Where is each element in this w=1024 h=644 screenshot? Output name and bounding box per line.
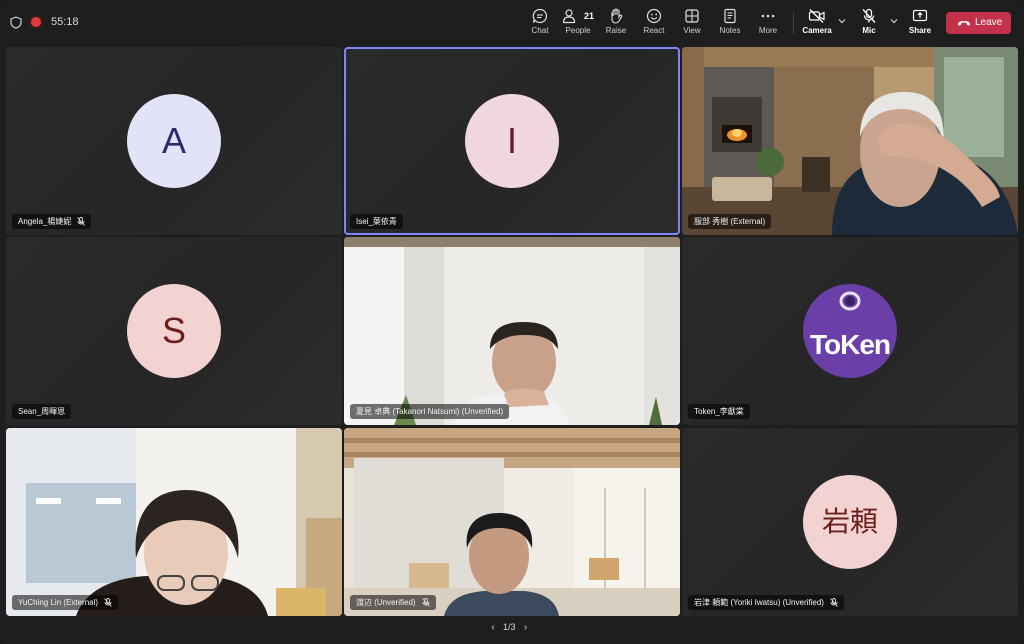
avatar: S — [127, 284, 221, 378]
participant-name: Token_李獻棠 — [694, 407, 744, 416]
mic-label: Mic — [862, 26, 876, 35]
mic-muted-icon — [77, 217, 86, 226]
avatar: I — [465, 94, 559, 188]
page-indicator: 1/3 — [503, 622, 516, 632]
leave-button[interactable]: Leave — [946, 12, 1011, 34]
participant-name-tag: 夏見 卓典 (Takanori Natsumi) (Unverified) — [350, 404, 510, 419]
smiley-icon — [646, 8, 662, 24]
mic-muted-icon — [104, 598, 112, 607]
toolbar-divider — [793, 12, 794, 34]
more-dots-icon — [761, 14, 775, 18]
participant-name-tag: 渡辺 (Unverified) — [350, 595, 436, 610]
participant-tile[interactable]: S Sean_周暉恩 — [6, 237, 342, 425]
chat-label: Chat — [531, 26, 549, 35]
camera-options-chevron-down-icon[interactable] — [837, 16, 847, 26]
notes-button[interactable]: Notes — [710, 8, 750, 40]
view-label: View — [683, 26, 701, 35]
video-feed — [6, 428, 342, 616]
react-label: React — [643, 26, 665, 35]
participant-name: Isei_葉依青 — [356, 217, 397, 226]
participant-name-tag: Sean_周暉恩 — [12, 404, 72, 419]
participant-name-tag: Token_李獻棠 — [688, 404, 750, 419]
people-label: People — [565, 26, 591, 35]
participant-name: 岩津 頼範 (Yoriki Iwatsu) (Unverified) — [694, 598, 824, 607]
participant-name-tag: Angela_楊婕妮 — [12, 214, 92, 229]
chat-icon — [532, 8, 548, 24]
mic-muted-icon — [830, 598, 838, 607]
share-screen-icon — [912, 9, 928, 22]
people-icon — [562, 9, 576, 24]
mic-muted-icon — [421, 598, 430, 607]
chat-button[interactable]: Chat — [520, 8, 560, 40]
camera-label: Camera — [802, 26, 832, 35]
shield-icon — [10, 16, 22, 29]
notes-icon — [724, 8, 736, 24]
share-button[interactable]: Share — [900, 8, 940, 40]
participant-name-tag: Isei_葉依青 — [350, 214, 403, 229]
participant-name: 服部 秀樹 (External) — [694, 217, 766, 226]
participant-tile-video[interactable]: YuChing Lin (External) — [6, 428, 342, 616]
share-label: Share — [908, 26, 932, 35]
recording-indicator-icon — [31, 17, 41, 27]
hang-up-phone-icon — [958, 21, 970, 26]
raise-hand-icon — [611, 8, 623, 24]
participant-tile-active-speaker[interactable]: I Isei_葉依青 — [344, 47, 680, 235]
participant-name-tag: YuChing Lin (External) — [12, 595, 119, 610]
video-feed — [344, 428, 680, 616]
people-count: 21 — [584, 11, 595, 21]
camera-button[interactable]: Camera — [797, 8, 837, 40]
grid-view-icon — [685, 9, 699, 23]
video-feed — [344, 237, 680, 425]
mic-options-chevron-down-icon[interactable] — [889, 16, 899, 26]
avatar: A — [127, 94, 221, 188]
raise-hand-button[interactable]: Raise — [596, 8, 636, 40]
participant-name-tag: 岩津 頼範 (Yoriki Iwatsu) (Unverified) — [688, 595, 844, 610]
participant-name: 渡辺 (Unverified) — [356, 598, 416, 607]
participant-tile[interactable]: 岩頼 岩津 頼範 (Yoriki Iwatsu) (Unverified) — [682, 428, 1018, 616]
more-label: More — [758, 26, 778, 35]
meeting-toolbar: 55:18 Chat 21 People Raise React View No… — [0, 0, 1024, 44]
participant-name: YuChing Lin (External) — [18, 598, 99, 607]
leave-label: Leave — [975, 17, 1003, 28]
more-button[interactable]: More — [748, 8, 788, 40]
raise-label: Raise — [605, 26, 627, 35]
participant-name: Angela_楊婕妮 — [18, 217, 72, 226]
notes-label: Notes — [719, 26, 741, 35]
avatar: ToKen — [803, 284, 897, 378]
video-feed — [682, 47, 1018, 235]
participant-tile-video[interactable]: 渡辺 (Unverified) — [344, 428, 680, 616]
participant-tile-video[interactable]: 服部 秀樹 (External) — [682, 47, 1018, 235]
mic-button[interactable]: Mic — [849, 8, 889, 40]
participant-tile-video[interactable]: 夏見 卓典 (Takanori Natsumi) (Unverified) — [344, 237, 680, 425]
mic-off-icon — [862, 8, 876, 23]
participant-tile[interactable]: ToKen Token_李獻棠 — [682, 237, 1018, 425]
token-logo-text: ToKen — [809, 329, 891, 360]
view-button[interactable]: View — [672, 8, 712, 40]
avatar: 岩頼 — [803, 475, 897, 569]
gallery-pagination: ‹ 1/3 › — [487, 622, 532, 636]
call-timer: 55:18 — [51, 16, 79, 28]
react-button[interactable]: React — [634, 8, 674, 40]
previous-page-chevron-left-icon[interactable]: ‹ — [487, 622, 499, 633]
meeting-window: 55:18 Chat 21 People Raise React View No… — [0, 0, 1024, 644]
next-page-chevron-right-icon[interactable]: › — [520, 622, 532, 633]
participant-name: 夏見 卓典 (Takanori Natsumi) (Unverified) — [356, 407, 504, 416]
people-button[interactable]: 21 People — [558, 8, 598, 40]
camera-off-icon — [808, 9, 825, 23]
participant-name: Sean_周暉恩 — [18, 407, 66, 416]
participant-name-tag: 服部 秀樹 (External) — [688, 214, 772, 229]
participant-tile[interactable]: A Angela_楊婕妮 — [6, 47, 342, 235]
